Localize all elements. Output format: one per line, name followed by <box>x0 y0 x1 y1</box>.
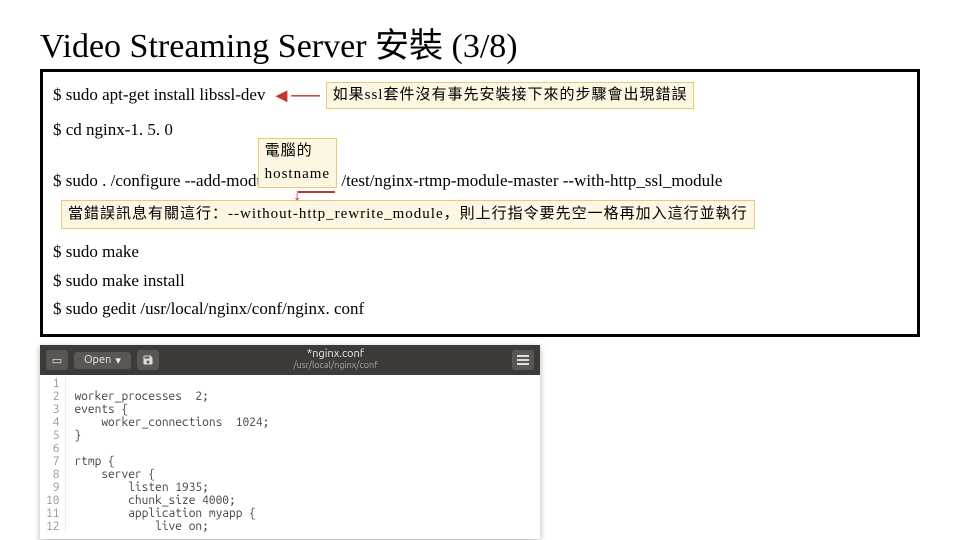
cmd-configure-post: /test/nginx-rtmp-module-master --with-ht… <box>341 168 722 194</box>
note-rewrite: 當錯誤訊息有關這行：--without-http_rewrite_module，… <box>61 200 755 229</box>
page-title: Video Streaming Server 安裝 (3/8) <box>40 18 920 69</box>
arrow-down-icon: ↓ <box>293 190 301 201</box>
note-ssl: 如果ssl套件沒有事先安裝接下來的步驟會出現錯誤 <box>326 82 695 109</box>
row-make: $ sudo make <box>53 239 907 265</box>
row-gedit: $ sudo gedit /usr/local/nginx/conf/nginx… <box>53 296 907 322</box>
gedit-body[interactable]: 1 2 3 4 5 6 7 8 9 10 11 12 worker_proces… <box>40 375 540 539</box>
open-button[interactable]: Open ▾ <box>74 352 131 369</box>
commands-box: $ sudo apt-get install libssl-dev ◄── 如果… <box>40 69 920 337</box>
note-hostname: 電腦的hostname <box>258 138 337 189</box>
new-doc-icon[interactable]: ▭ <box>46 350 68 370</box>
line-gutter: 1 2 3 4 5 6 7 8 9 10 11 12 <box>40 377 66 533</box>
row-make-install: $ sudo make install <box>53 268 907 294</box>
arrow-left-icon: ◄── <box>271 86 319 106</box>
gedit-title: *nginx.conf /usr/local/nginx/conf <box>165 349 506 371</box>
save-icon[interactable] <box>137 350 159 370</box>
file-path: /usr/local/nginx/conf <box>293 360 377 370</box>
open-label: Open <box>84 354 111 366</box>
row-cd-nginx: $ cd nginx-1. 5. 0 <box>53 117 907 143</box>
cmd-install-libssl: $ sudo apt-get install libssl-dev <box>53 82 265 108</box>
gedit-window: ▭ Open ▾ *nginx.conf /usr/local/nginx/co… <box>40 345 540 539</box>
cmd-make: $ sudo make <box>53 239 139 265</box>
chevron-down-icon: ▾ <box>115 354 121 367</box>
row-install-ssl: $ sudo apt-get install libssl-dev ◄── 如果… <box>53 82 907 109</box>
cmd-configure-pre: $ sudo . /configure --add-module=/ <box>53 168 292 194</box>
file-name: nginx.conf <box>312 348 364 360</box>
cmd-gedit: $ sudo gedit /usr/local/nginx/conf/nginx… <box>53 296 364 322</box>
row-configure: $ sudo . /configure --add-module=/ 電腦的ho… <box>53 168 907 194</box>
hamburger-icon[interactable] <box>512 350 534 370</box>
code-area[interactable]: worker_processes 2; events { worker_conn… <box>66 377 269 533</box>
cmd-make-install: $ sudo make install <box>53 268 185 294</box>
cmd-cd-nginx: $ cd nginx-1. 5. 0 <box>53 117 173 143</box>
gedit-header: ▭ Open ▾ *nginx.conf /usr/local/nginx/co… <box>40 345 540 375</box>
